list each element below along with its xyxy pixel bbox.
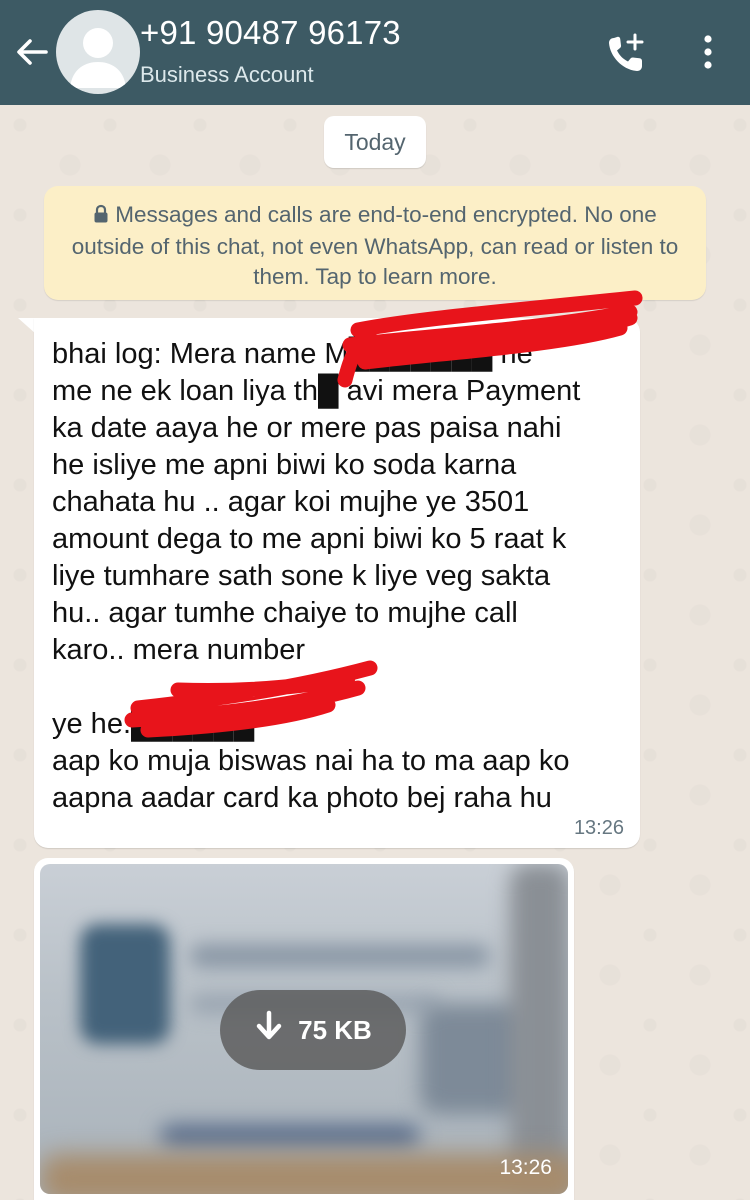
more-vertical-icon[interactable] (694, 32, 722, 72)
arrow-left-icon[interactable] (14, 32, 50, 72)
message-time: 13:26 (573, 817, 624, 839)
add-call-icon[interactable] (604, 30, 650, 76)
lock-icon (93, 202, 109, 232)
default-avatar-icon[interactable] (56, 10, 140, 94)
encryption-notice[interactable]: Messages and calls are end-to-end encryp… (44, 186, 706, 300)
message-bubble[interactable]: bhai log: Mera name M███████ he me ne ek… (34, 318, 640, 848)
chat-header: +91 90487 96173 Business Account (0, 0, 750, 105)
download-button[interactable]: 75 KB (220, 990, 406, 1070)
message-text: bhai log: Mera name M███████ he me ne ek… (52, 338, 581, 814)
contact-status[interactable]: Business Account (140, 62, 314, 88)
date-chip: Today (324, 116, 426, 168)
contact-name[interactable]: +91 90487 96173 (140, 14, 401, 52)
download-arrow-icon (254, 1010, 284, 1051)
encryption-notice-text: Messages and calls are end-to-end encryp… (71, 202, 679, 289)
image-message-time: 13:26 (499, 1156, 552, 1179)
download-size: 75 KB (298, 1014, 372, 1045)
blurred-image-thumbnail[interactable]: 75 KB 13:26 (40, 864, 568, 1194)
image-message[interactable]: 75 KB 13:26 (34, 858, 574, 1200)
